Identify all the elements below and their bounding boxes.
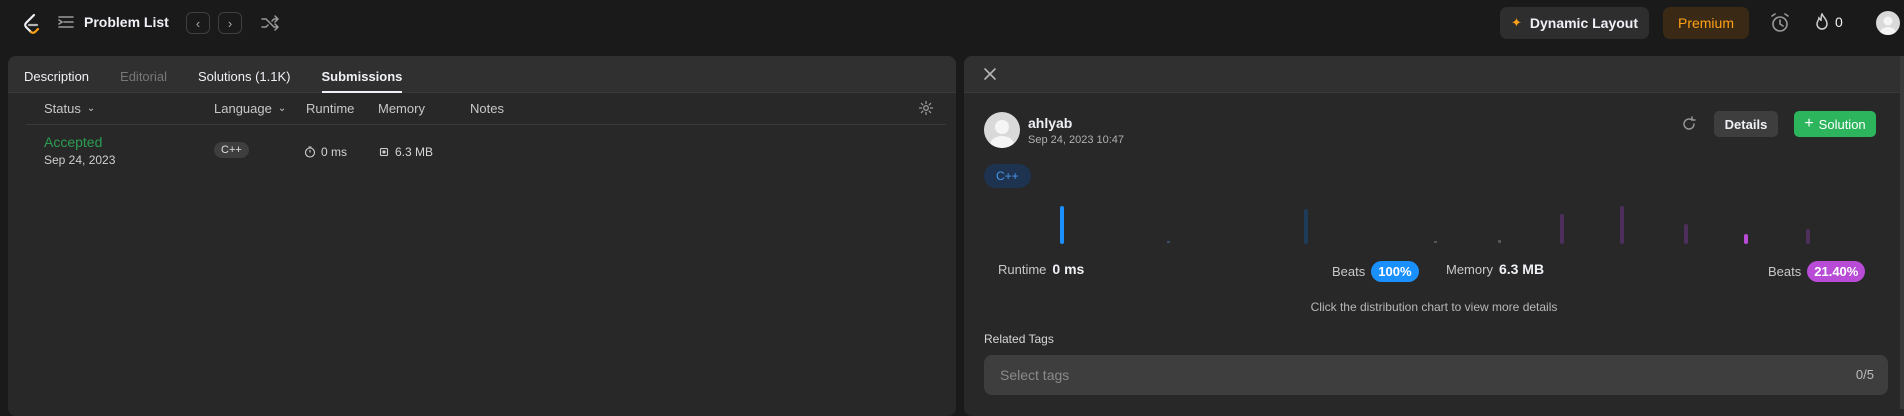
distribution-hint: Click the distribution chart to view mor… bbox=[1310, 300, 1558, 314]
submission-detail-panel: ahlyab Sep 24, 2023 10:47 Details + Solu… bbox=[964, 56, 1904, 416]
runtime-beats-label: Beats bbox=[1332, 264, 1366, 279]
memory-bar bbox=[1498, 240, 1501, 243]
runtime-stat: Runtime 0 ms bbox=[998, 261, 1084, 277]
avatar-person-icon bbox=[990, 120, 1014, 148]
memory-value: 6.3 MB bbox=[1498, 261, 1545, 277]
next-problem-button[interactable]: › bbox=[218, 12, 242, 34]
chevron-down-icon: ⌄ bbox=[277, 103, 287, 114]
detail-header-bar bbox=[964, 56, 1904, 93]
tab-solutions[interactable]: Solutions (1.1K) bbox=[198, 69, 291, 92]
status-header: Status bbox=[44, 101, 81, 116]
alarm-clock-icon[interactable] bbox=[1768, 11, 1792, 35]
distribution-chart[interactable] bbox=[994, 206, 1894, 246]
runtime-bar-highlight bbox=[1060, 206, 1064, 244]
memory-stat: Memory 6.3 MB bbox=[1446, 261, 1544, 277]
shuffle-icon[interactable] bbox=[260, 13, 280, 33]
language-header: Language bbox=[214, 101, 272, 116]
tab-submissions[interactable]: Submissions bbox=[321, 69, 402, 93]
problem-tabs: Description Editorial Solutions (1.1K) S… bbox=[8, 56, 956, 93]
fire-icon bbox=[1816, 13, 1828, 30]
sparkle-icon: ✦ bbox=[1510, 15, 1522, 30]
plus-icon: + bbox=[1804, 115, 1814, 132]
table-row[interactable]: Accepted Sep 24, 2023 C++ 0 ms 6.3 MB bbox=[26, 128, 946, 176]
runtime-bar bbox=[1167, 241, 1170, 243]
submissions-table-header: Status ⌄ Language ⌄ Runtime Memory Notes bbox=[26, 92, 946, 125]
submissions-panel: Description Editorial Solutions (1.1K) S… bbox=[8, 56, 956, 416]
tags-placeholder: Select tags bbox=[1000, 367, 1070, 383]
close-icon[interactable] bbox=[982, 66, 998, 82]
memory-beats-badge: 21.40% bbox=[1807, 261, 1866, 282]
chevron-left-icon: ‹ bbox=[195, 15, 201, 31]
add-solution-button[interactable]: + Solution bbox=[1794, 111, 1876, 137]
top-navbar: Problem List ‹ › ✦ Dynamic Layout Premiu… bbox=[0, 0, 1904, 46]
premium-button[interactable]: Premium bbox=[1663, 7, 1749, 39]
avatar-person-icon bbox=[1880, 16, 1896, 35]
language-tag: C++ bbox=[984, 164, 1031, 188]
memory-label: Memory bbox=[1446, 261, 1493, 277]
row-memory-value: 6.3 MB bbox=[395, 145, 434, 159]
chevron-down-icon: ⌄ bbox=[86, 103, 96, 114]
list-icon bbox=[58, 16, 74, 28]
solution-label: Solution bbox=[1818, 116, 1866, 132]
memory-beats: Beats 21.40% bbox=[1768, 261, 1866, 282]
memory-bar-highlight bbox=[1744, 234, 1748, 244]
dynamic-layout-button[interactable]: ✦ Dynamic Layout bbox=[1500, 7, 1649, 39]
runtime-header: Runtime bbox=[306, 101, 355, 116]
details-button[interactable]: Details bbox=[1714, 111, 1778, 137]
runtime-beats: Beats 100% bbox=[1332, 261, 1419, 282]
language-filter[interactable]: Language ⌄ bbox=[214, 101, 286, 116]
problem-list-label: Problem List bbox=[84, 14, 169, 30]
row-date: Sep 24, 2023 bbox=[44, 153, 116, 167]
gear-icon[interactable] bbox=[918, 100, 934, 116]
tab-description[interactable]: Description bbox=[24, 69, 89, 92]
refresh-icon[interactable] bbox=[1680, 115, 1698, 133]
right-scrollbar[interactable] bbox=[1900, 56, 1904, 409]
related-tags-label: Related Tags bbox=[984, 332, 1054, 346]
row-language-badge: C++ bbox=[214, 142, 249, 158]
problem-list-link[interactable]: Problem List bbox=[56, 12, 169, 32]
premium-label: Premium bbox=[1677, 15, 1734, 31]
clock-icon bbox=[304, 146, 316, 158]
prev-problem-button[interactable]: ‹ bbox=[186, 12, 210, 34]
submission-datetime: Sep 24, 2023 10:47 bbox=[1028, 134, 1125, 146]
submitter-avatar[interactable] bbox=[984, 112, 1020, 148]
memory-bar bbox=[1684, 224, 1688, 244]
row-memory: 6.3 MB bbox=[378, 145, 433, 159]
user-avatar[interactable] bbox=[1876, 11, 1900, 35]
streak-counter[interactable]: 0 bbox=[1814, 13, 1843, 31]
runtime-value: 0 ms bbox=[1052, 261, 1085, 277]
status-filter[interactable]: Status ⌄ bbox=[44, 101, 95, 116]
chevron-right-icon: › bbox=[227, 15, 233, 31]
row-runtime: 0 ms bbox=[304, 145, 347, 159]
runtime-bar bbox=[1304, 209, 1308, 244]
runtime-label: Runtime bbox=[998, 261, 1047, 277]
tab-editorial[interactable]: Editorial bbox=[120, 69, 167, 92]
submitter-username[interactable]: ahlyab bbox=[1028, 115, 1072, 131]
leetcode-logo-icon[interactable] bbox=[20, 12, 44, 36]
runtime-beats-badge: 100% bbox=[1371, 261, 1419, 282]
memory-bar bbox=[1434, 241, 1437, 243]
memory-bar bbox=[1620, 206, 1624, 244]
notes-header: Notes bbox=[470, 101, 504, 116]
memory-bar bbox=[1560, 214, 1564, 244]
memory-header: Memory bbox=[378, 101, 425, 116]
dynamic-layout-label: Dynamic Layout bbox=[1529, 15, 1639, 31]
memory-chip-icon bbox=[379, 147, 389, 157]
tags-select[interactable]: Select tags 0/5 bbox=[984, 355, 1888, 395]
streak-count: 0 bbox=[1835, 14, 1843, 30]
row-runtime-value: 0 ms bbox=[321, 145, 348, 159]
memory-bar bbox=[1806, 229, 1810, 244]
row-status[interactable]: Accepted bbox=[44, 134, 102, 150]
tags-count: 0/5 bbox=[1855, 367, 1874, 382]
memory-beats-label: Beats bbox=[1768, 264, 1802, 279]
